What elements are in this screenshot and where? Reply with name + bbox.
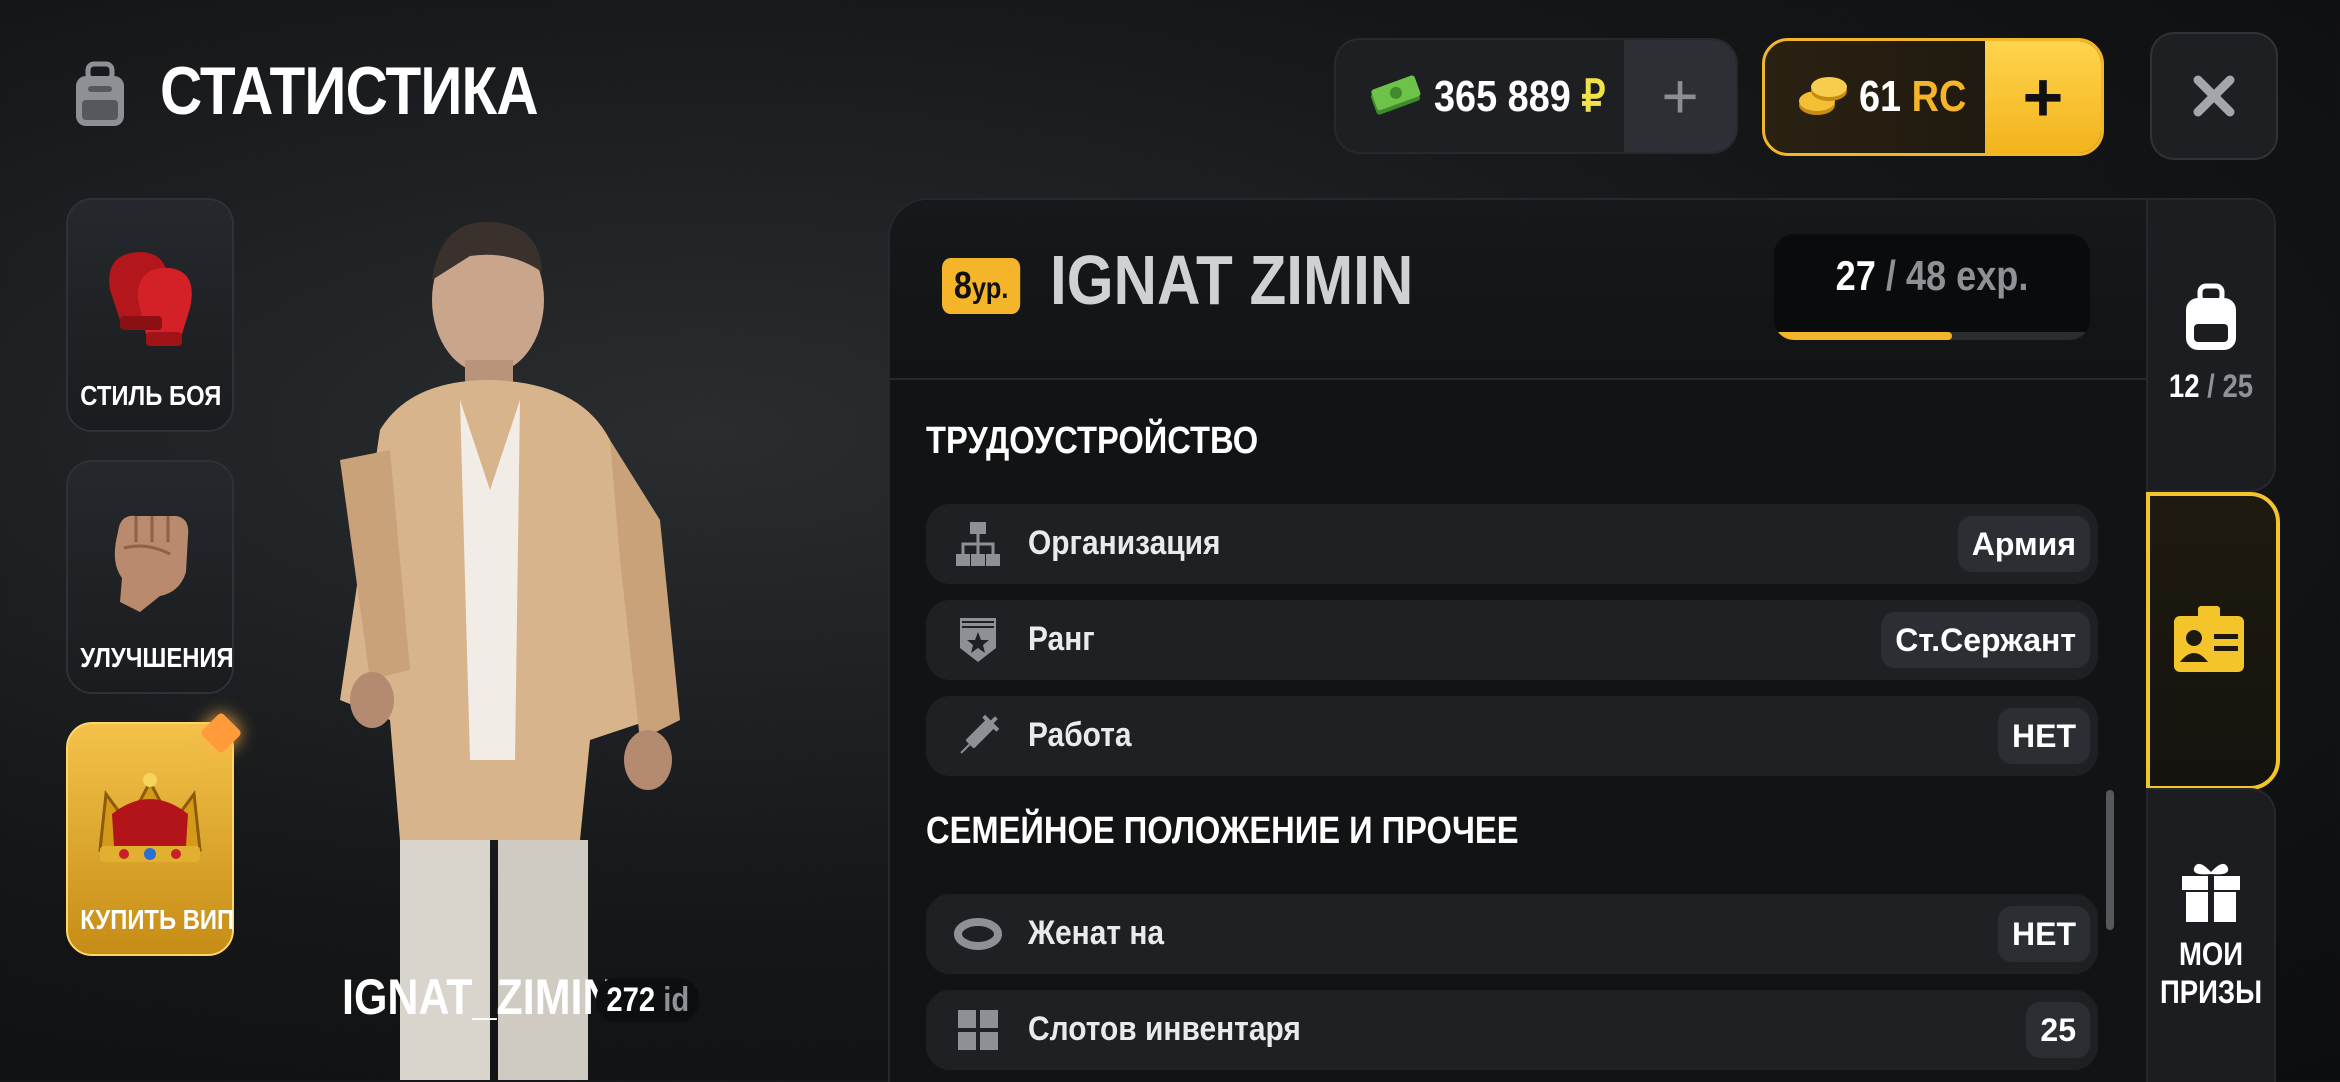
- buy-vip-label: КУПИТЬ ВИП: [80, 904, 235, 935]
- stat-row-married: Женат на НЕТ: [926, 894, 2098, 974]
- gift-icon: [2182, 863, 2240, 922]
- tab-my-prizes[interactable]: МОИ ПРИЗЫ: [2146, 788, 2276, 1082]
- rank-badge-icon: [960, 618, 996, 662]
- coins-icon: [1799, 77, 1847, 115]
- inventory-grid-icon: [958, 1010, 998, 1050]
- character-model: [340, 221, 680, 1080]
- stat-row-inventory-slots: Слотов инвентаря 25: [926, 990, 2098, 1070]
- upgrades-button[interactable]: УЛУЧШЕНИЯ: [66, 460, 234, 694]
- player-name: IGNAT ZIMIN: [1050, 241, 1414, 319]
- page-title: СТАТИСТИКА: [160, 53, 539, 129]
- level-badge: 8ур.: [942, 258, 1021, 314]
- money-amount: 365 889: [1434, 71, 1571, 121]
- buy-vip-button[interactable]: КУПИТЬ ВИП: [66, 711, 243, 956]
- exp-progress-bar: [1774, 332, 1952, 340]
- close-button[interactable]: [2150, 32, 2278, 160]
- backpack-icon: [2186, 283, 2236, 350]
- backpack-icon: [66, 60, 134, 128]
- close-icon: [2193, 75, 2235, 117]
- prizes-label-line1: МОИ: [2178, 936, 2244, 972]
- organization-value: Армия: [1957, 516, 2090, 572]
- tab-inventory[interactable]: 12 / 25: [2146, 198, 2276, 492]
- syringe-icon: [960, 714, 1000, 754]
- money-balance: 365 889 ₽ +: [1334, 38, 1738, 154]
- experience-box: 27 / 48 exp.: [1774, 234, 2090, 340]
- inventory-count: 12: [2168, 368, 2200, 404]
- ruble-symbol: ₽: [1581, 71, 1606, 121]
- boxing-gloves-icon: [109, 252, 192, 346]
- stats-panel: 8ур. IGNAT ZIMIN 27 / 48 exp. ТРУДОУСТРО…: [888, 198, 2148, 1082]
- rc-balance: 61 RC +: [1762, 38, 2104, 156]
- rc-amount: 61: [1859, 72, 1902, 121]
- job-value: НЕТ: [1998, 708, 2090, 764]
- add-money-button[interactable]: +: [1624, 40, 1736, 152]
- scrollbar[interactable]: [2106, 790, 2114, 930]
- exp-total: / 48 exp.: [1885, 252, 2029, 299]
- character-id-badge: 272 id: [596, 978, 700, 1022]
- exp-current: 27: [1835, 252, 1876, 299]
- cash-icon: [1370, 75, 1421, 115]
- id-card-icon: [2174, 606, 2244, 672]
- fight-style-button[interactable]: СТИЛЬ БОЯ: [66, 198, 234, 432]
- rc-label: RC: [1911, 72, 1967, 121]
- stat-row-rank: Ранг Ст.Сержант: [926, 600, 2098, 680]
- married-value: НЕТ: [1998, 906, 2090, 962]
- section-title-family: СЕМЕЙНОЕ ПОЛОЖЕНИЕ И ПРОЧЕЕ: [926, 810, 1519, 852]
- new-badge-icon: [199, 711, 243, 755]
- inventory-slots-value: 25: [2026, 1002, 2090, 1058]
- upgrades-label: УЛУЧШЕНИЯ: [80, 642, 234, 673]
- fight-style-label: СТИЛЬ БОЯ: [80, 380, 222, 411]
- stat-row-organization: Организация Армия: [926, 504, 2098, 584]
- rank-value: Ст.Сержант: [1881, 612, 2090, 668]
- crown-icon: [98, 773, 202, 862]
- character-name: IGNAT_ZIMIN: [342, 969, 614, 1025]
- tab-id-card[interactable]: [2146, 492, 2280, 790]
- prizes-label-line2: ПРИЗЫ: [2159, 974, 2263, 1010]
- section-title-employment: ТРУДОУСТРОЙСТВО: [926, 420, 1259, 462]
- stat-row-job: Работа НЕТ: [926, 696, 2098, 776]
- profile-header: 8ур. IGNAT ZIMIN 27 / 48 exp.: [890, 200, 2146, 380]
- fist-icon: [114, 515, 189, 612]
- organization-icon: [956, 522, 1000, 566]
- inventory-max: / 25: [2207, 368, 2254, 404]
- add-rc-button[interactable]: +: [1985, 41, 2101, 153]
- ring-icon: [954, 918, 1002, 950]
